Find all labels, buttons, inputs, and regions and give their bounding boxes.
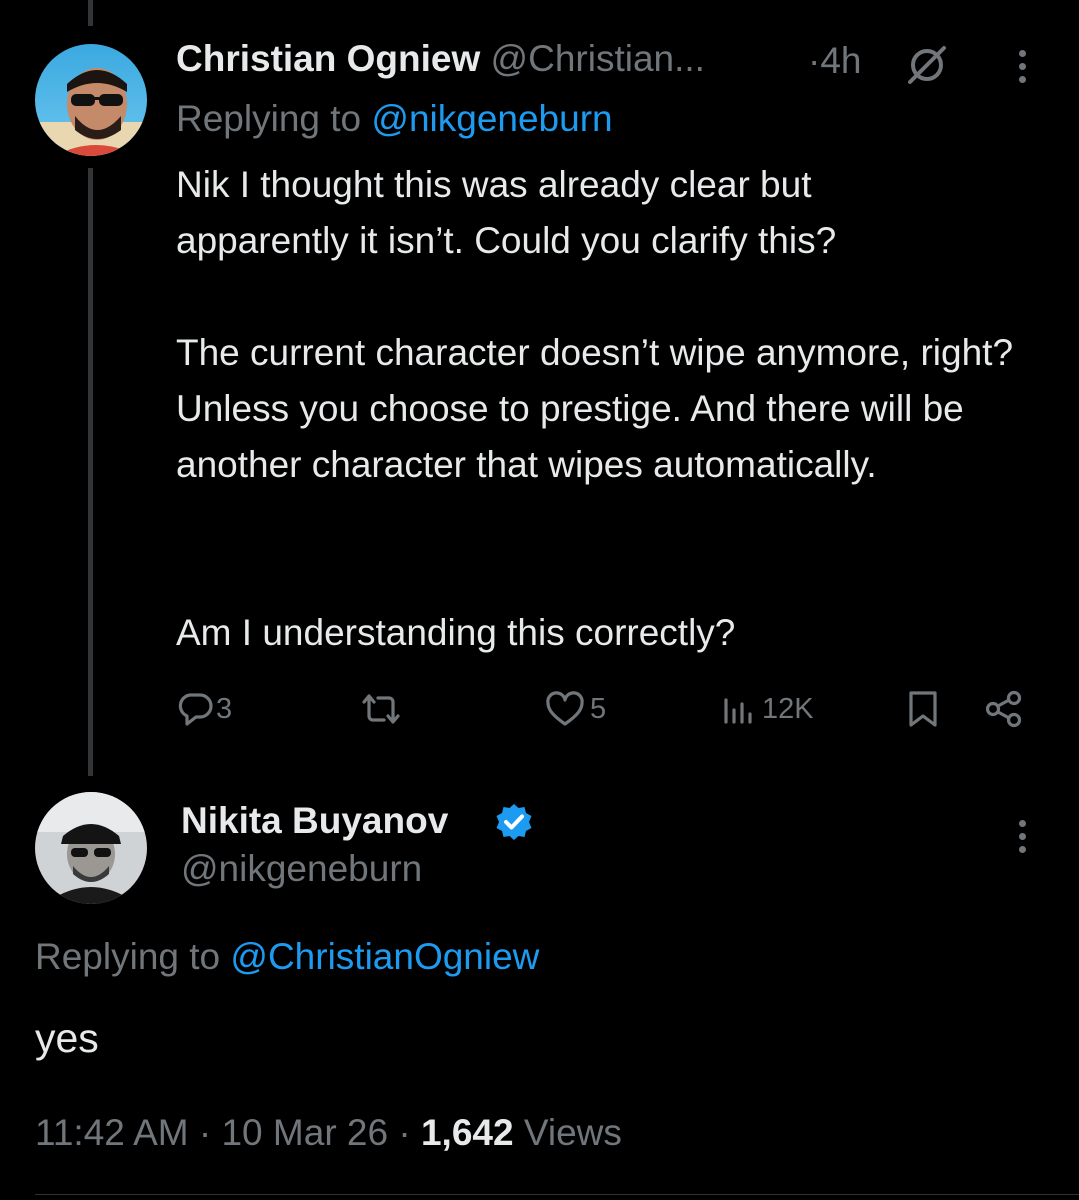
bookmark-icon	[906, 689, 940, 729]
reply-icon	[176, 690, 214, 728]
tweet-meta: 11:42 AM · 10 Mar 26 · 1,642 Views	[35, 1112, 622, 1153]
author-handle[interactable]: @nikgeneburn	[181, 848, 422, 890]
tweet-body: yes	[35, 1015, 99, 1061]
replying-prefix: Replying to	[35, 936, 221, 977]
share-button[interactable]	[984, 688, 1024, 730]
tweet-time[interactable]: 11:42 AM	[35, 1112, 189, 1153]
retweet-button[interactable]	[358, 688, 404, 730]
view-count: 12K	[762, 692, 814, 725]
avatar-nikita[interactable]	[35, 792, 147, 904]
thread-line-top	[88, 0, 93, 26]
edited-slash-icon	[906, 44, 948, 91]
tweet-body-p3: Am I understanding this correctly?	[176, 612, 736, 653]
replying-handle-link[interactable]: @nikgeneburn	[371, 98, 612, 139]
views-button[interactable]: 12K	[722, 688, 814, 730]
like-button[interactable]: 5	[544, 688, 606, 730]
views-label: Views	[523, 1112, 622, 1153]
replying-prefix: Replying to	[176, 98, 362, 139]
author-name[interactable]: Nikita Buyanov	[181, 800, 448, 842]
more-icon[interactable]	[1019, 820, 1029, 859]
tweet-body-p1: Nik I thought this was already clear but…	[176, 164, 837, 261]
divider	[35, 1194, 1079, 1195]
reply-button[interactable]: 3	[176, 688, 232, 730]
share-icon	[984, 689, 1024, 729]
reply-count: 3	[216, 692, 233, 725]
like-icon	[544, 690, 586, 728]
author-name[interactable]: Christian Ogniew	[176, 38, 480, 79]
replying-to: Replying to @ChristianOgniew	[35, 936, 539, 978]
more-icon[interactable]	[1019, 50, 1029, 89]
replying-handle-link[interactable]: @ChristianOgniew	[230, 936, 539, 977]
author-handle[interactable]: @Christian...	[491, 38, 705, 79]
tweet-body-p2: The current character doesn’t wipe anymo…	[176, 332, 1014, 485]
tweet-date[interactable]: 10 Mar 26	[221, 1112, 388, 1153]
thread-line	[88, 168, 93, 776]
verified-icon	[494, 802, 534, 847]
views-icon	[722, 690, 758, 728]
replying-to: Replying to @nikgeneburn	[176, 98, 613, 140]
like-count: 5	[590, 692, 607, 725]
views-count: 1,642	[420, 1112, 514, 1153]
avatar-christian[interactable]	[35, 44, 147, 156]
tweet-header: Christian Ogniew @Christian...	[176, 38, 705, 88]
bookmark-button[interactable]	[906, 688, 940, 730]
tweet-time[interactable]: ·4h	[808, 40, 861, 82]
retweet-icon	[358, 690, 404, 728]
